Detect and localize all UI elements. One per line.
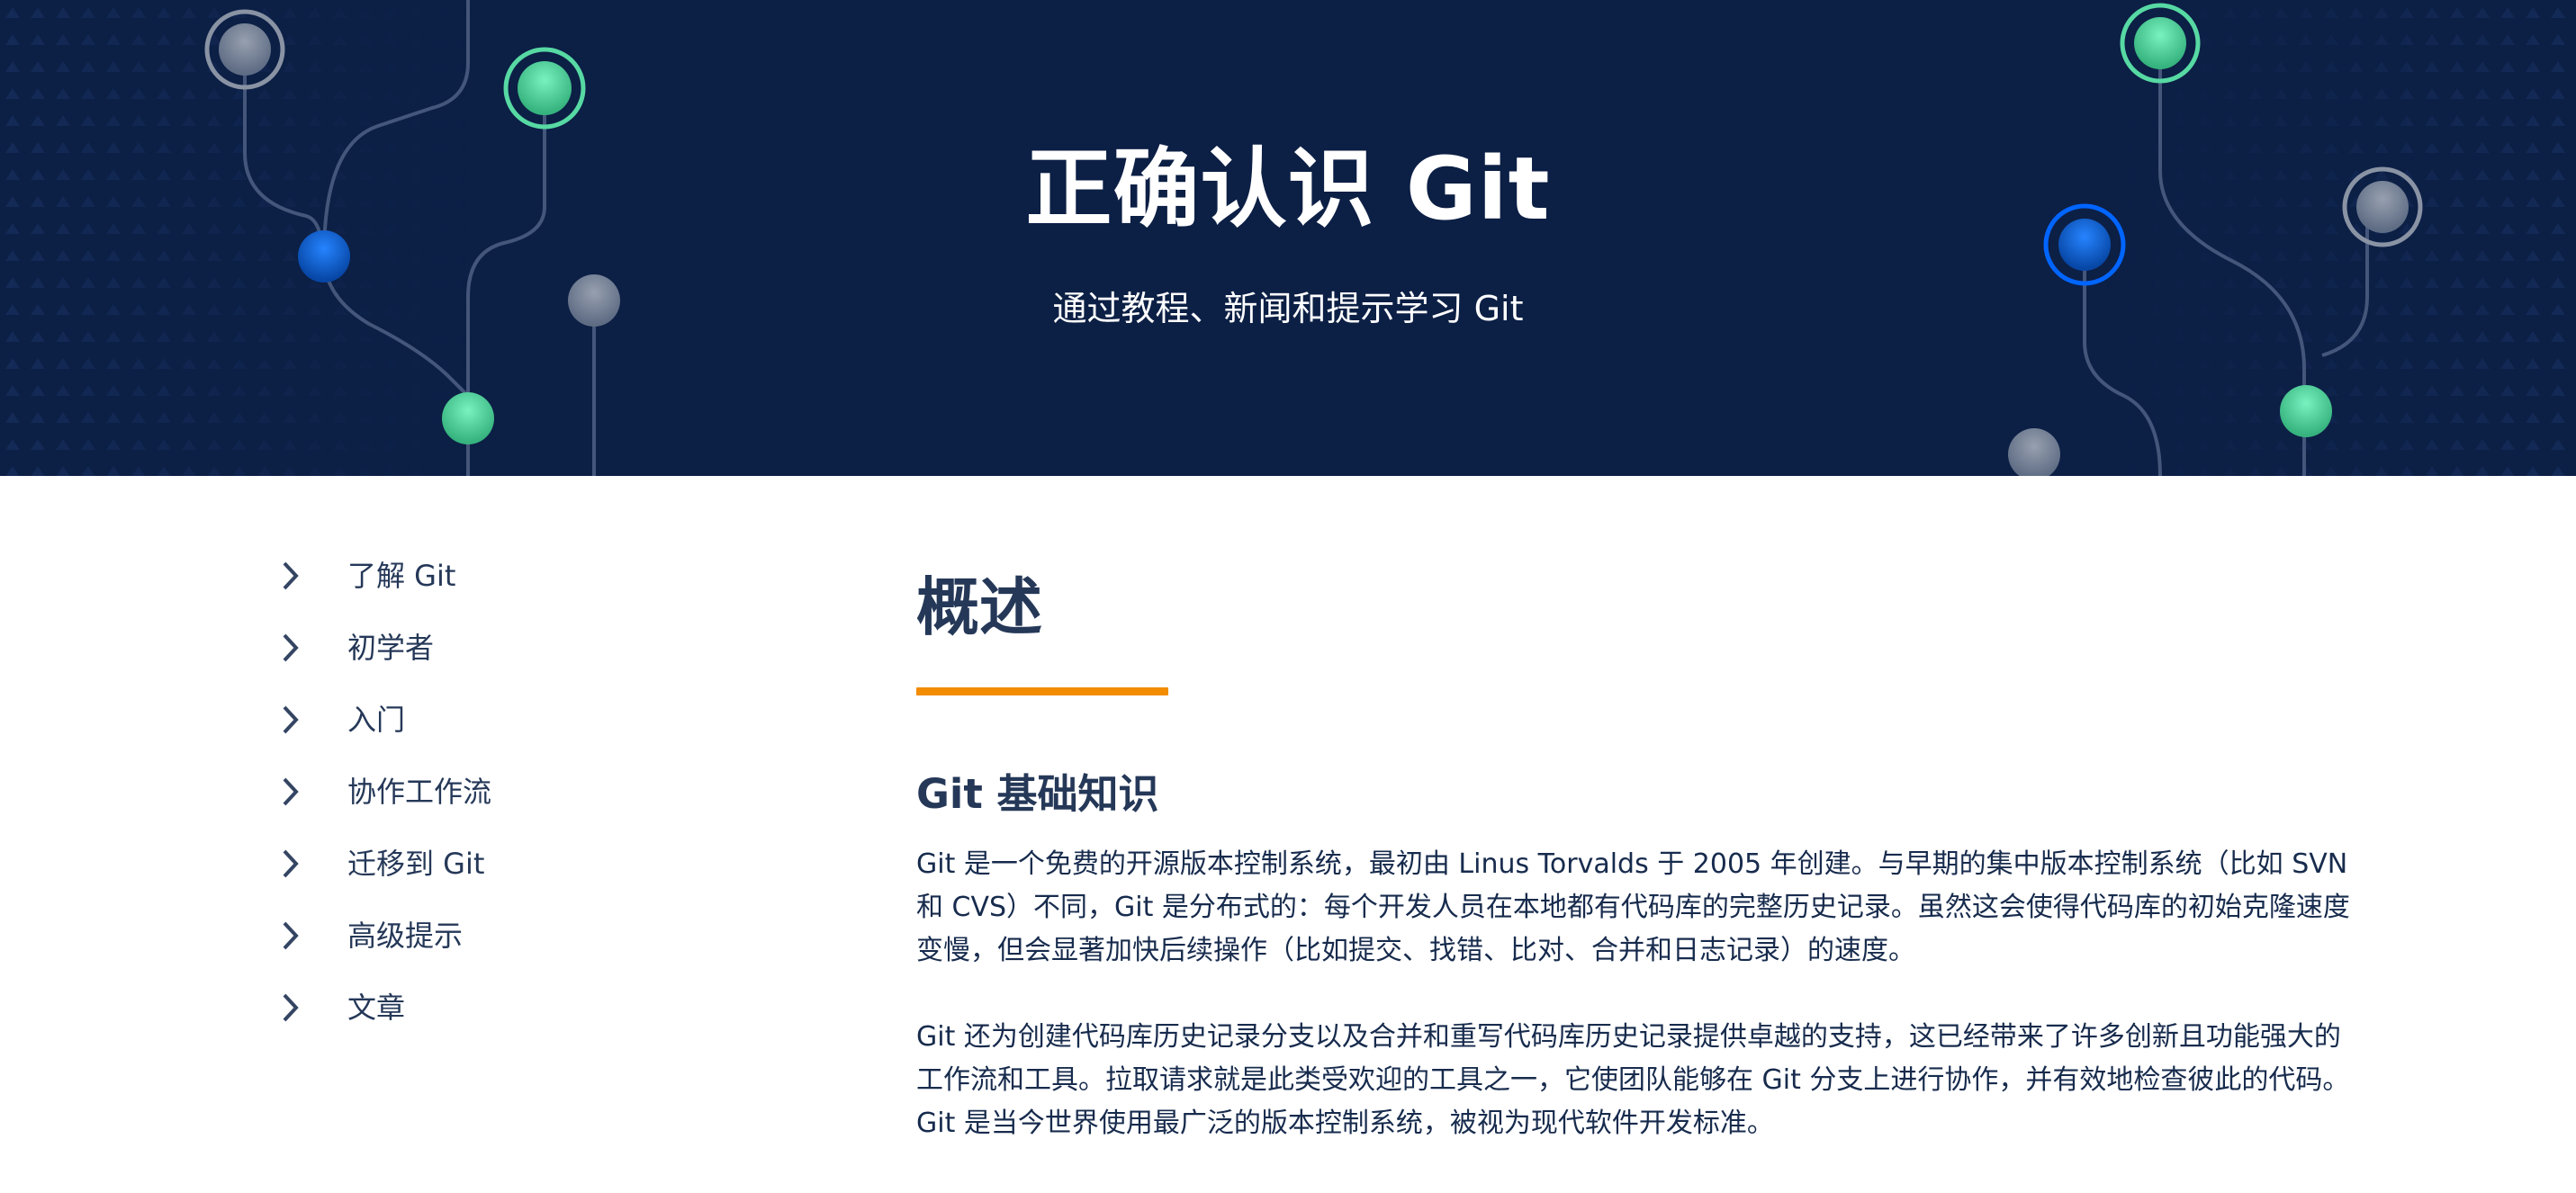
main-content: 概述 Git 基础知识 Git 是一个免费的开源版本控制系统，最初由 Linus…	[916, 558, 2374, 1145]
sidebar-item-articles[interactable]: 文章	[281, 972, 821, 1044]
chevron-right-icon	[281, 630, 308, 666]
chevron-right-icon	[281, 558, 308, 594]
sidebar-item-beginner[interactable]: 初学者	[281, 612, 821, 684]
sidebar-item-label: 高级提示	[347, 919, 464, 953]
hero-title: 正确认识 Git	[1025, 139, 1551, 239]
page-title: 概述	[916, 570, 1042, 644]
paragraph: Git 是一个免费的开源版本控制系统，最初由 Linus Torvalds 于 …	[916, 848, 2350, 966]
paragraph: Git 还为创建代码库历史记录分支以及合并和重写代码库历史记录提供卓越的支持，这…	[916, 1021, 2350, 1139]
sidebar-item-migrating[interactable]: 迁移到 Git	[281, 828, 821, 900]
hero-subtitle: 通过教程、新闻和提示学习 Git	[1052, 289, 1524, 328]
chevron-right-icon	[281, 774, 308, 810]
sidebar-item-collaborating[interactable]: 协作工作流	[281, 756, 821, 828]
chevron-right-icon	[281, 846, 308, 882]
hero-banner: 正确认识 Git 通过教程、新闻和提示学习 Git	[0, 0, 2576, 476]
sidebar-item-getting-started[interactable]: 入门	[281, 684, 821, 756]
chevron-right-icon	[281, 702, 308, 738]
sidebar-item-learn-git[interactable]: 了解 Git	[281, 540, 821, 612]
sidebar-item-advanced-tips[interactable]: 高级提示	[281, 900, 821, 972]
sidebar-item-label: 协作工作流	[347, 775, 492, 809]
chevron-right-icon	[281, 918, 308, 954]
chevron-right-icon	[281, 990, 308, 1026]
section-title: Git 基础知识	[916, 770, 1159, 818]
sidebar-item-label: 入门	[347, 703, 406, 737]
sidebar-item-label: 文章	[347, 991, 406, 1025]
sidebar-item-label: 了解 Git	[347, 559, 456, 593]
sidebar-item-label: 初学者	[347, 631, 435, 665]
sidebar-item-label: 迁移到 Git	[347, 847, 485, 881]
title-underline	[916, 687, 1168, 695]
